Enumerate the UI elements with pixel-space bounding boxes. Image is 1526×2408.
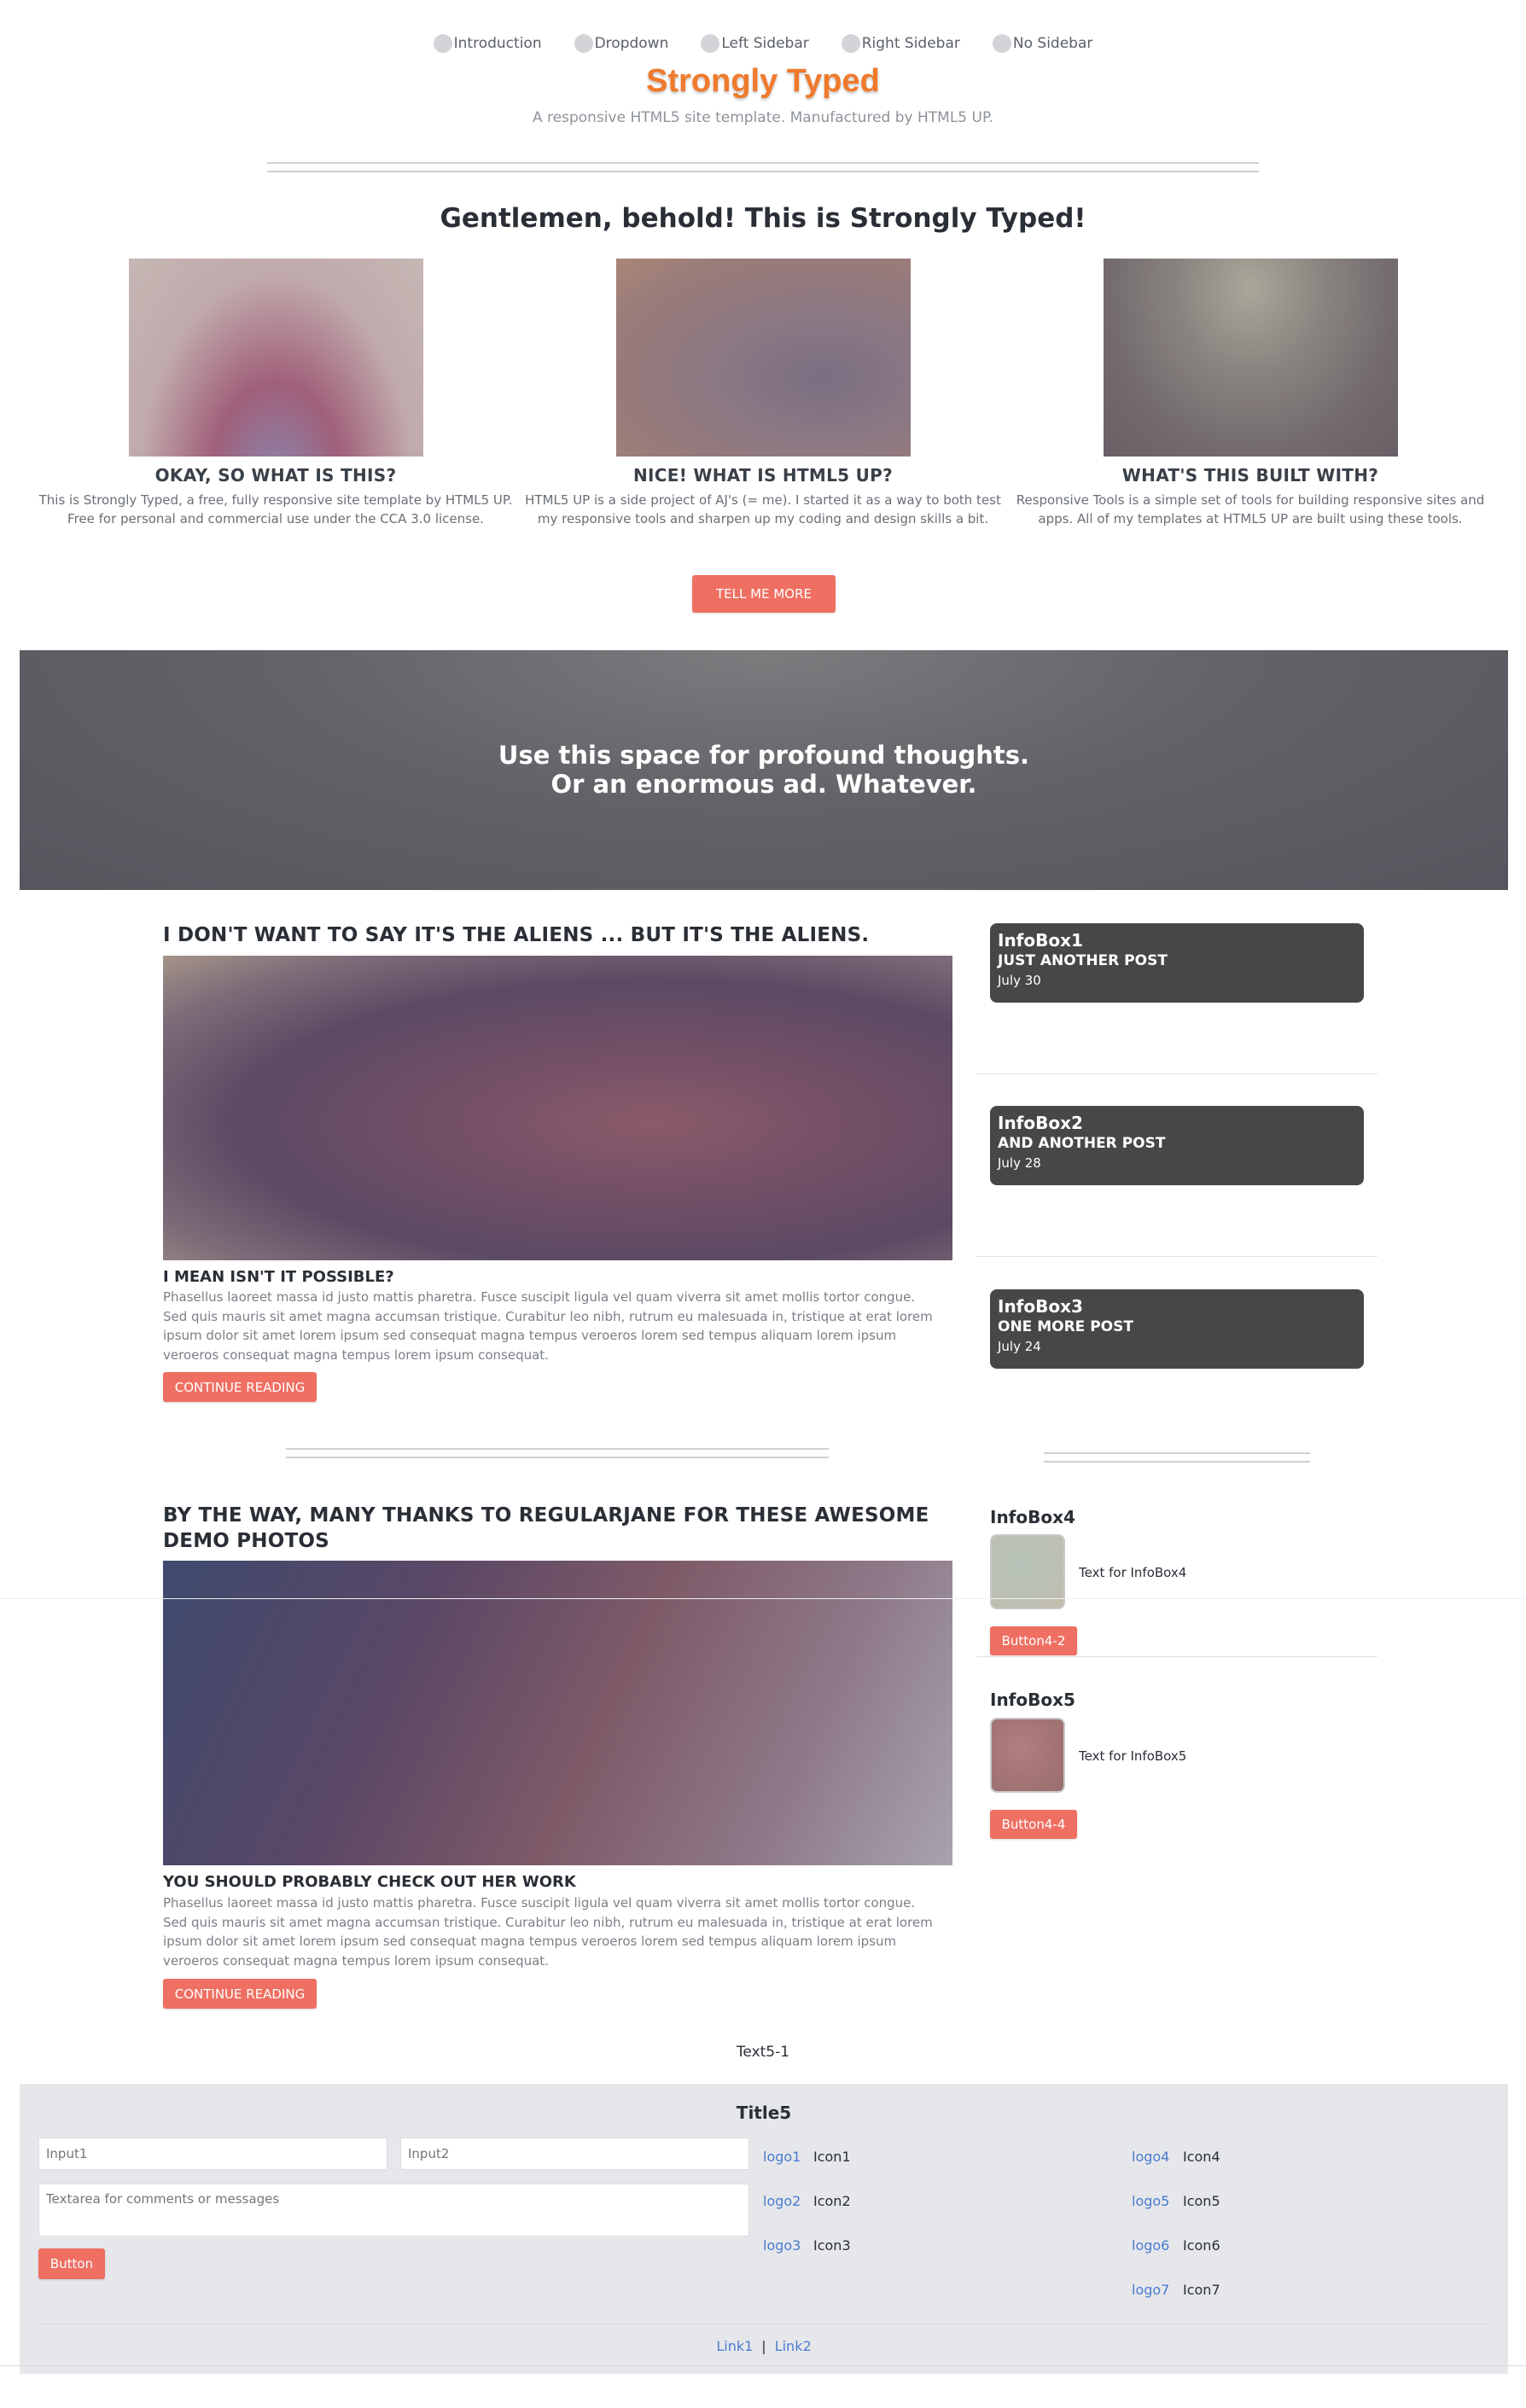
infobox-date: July 30	[998, 973, 1041, 988]
infobox-subtitle: ONE MORE POST	[998, 1318, 1133, 1335]
infobox-subtitle: AND ANOTHER POST	[998, 1135, 1166, 1152]
site-subtitle: A responsive HTML5 site template. Manufa…	[533, 109, 993, 126]
post-image[interactable]	[163, 1561, 952, 1865]
nav-dot-icon	[574, 34, 593, 53]
nav-label: Dropdown	[594, 35, 669, 52]
footer-title: Title5	[736, 2103, 792, 2123]
input1-field[interactable]	[38, 2138, 387, 2170]
hero-text: Use this space for profound thoughts. Or…	[20, 741, 1508, 799]
hero-line-2: Or an enormous ad. Whatever.	[550, 770, 977, 799]
footer-link-1[interactable]: Link1	[716, 2338, 753, 2354]
logo2-link[interactable]: logo2	[763, 2193, 801, 2209]
site-title[interactable]: Strongly Typed	[0, 63, 1526, 100]
infobox-2[interactable]: InfoBox2 AND ANOTHER POST July 28	[990, 1106, 1364, 1185]
tell-me-more-button[interactable]: TELL ME MORE	[692, 575, 836, 613]
bottom-line	[0, 2365, 1526, 2366]
infobox-title: InfoBox3	[998, 1296, 1083, 1317]
hero-banner: Use this space for profound thoughts. Or…	[20, 650, 1508, 890]
header-divider	[267, 162, 1259, 172]
icon7-label: Icon7	[1183, 2282, 1220, 2298]
nav-item-left-sidebar[interactable]: Left Sidebar	[701, 34, 809, 53]
footer-link-separator: |	[761, 2338, 766, 2354]
comments-textarea[interactable]	[38, 2184, 749, 2236]
post-title[interactable]: I DON'T WANT TO SAY IT'S THE ALIENS ... …	[163, 922, 957, 948]
feature-text: This is Strongly Typed, a free, fully re…	[38, 492, 513, 526]
hero-line-1: Use this space for profound thoughts.	[498, 741, 1030, 770]
icon6-label: Icon6	[1183, 2237, 1220, 2254]
icon3-label: Icon3	[813, 2237, 851, 2254]
post-subtitle: I MEAN ISN'T IT POSSIBLE?	[163, 1268, 394, 1286]
post-body: Phasellus laoreet massa id justo mattis …	[163, 1289, 933, 1363]
continue-reading-button[interactable]: CONTINUE READING	[163, 1979, 317, 2009]
infobox-4-button[interactable]: Button4-2	[990, 1626, 1077, 1655]
feature-heading: OKAY, SO WHAT IS THIS?	[154, 465, 397, 486]
logo6-link[interactable]: logo6	[1132, 2237, 1169, 2254]
nav-label: No Sidebar	[1012, 35, 1093, 52]
nav-item-no-sidebar[interactable]: No Sidebar	[992, 34, 1093, 53]
feature-image[interactable]	[1103, 259, 1398, 457]
nav-dot-icon	[433, 34, 452, 53]
logo4-link[interactable]: logo4	[1132, 2149, 1169, 2165]
nav-item-introduction[interactable]: Introduction	[433, 34, 542, 53]
logo3-link[interactable]: logo3	[763, 2237, 801, 2254]
infobox-5-title: InfoBox5	[990, 1690, 1075, 1710]
icon1-label: Icon1	[813, 2149, 851, 2165]
divider	[976, 1656, 1377, 1657]
feature-text: HTML5 UP is a side project of AJ's (= me…	[525, 492, 1001, 526]
logo1-link[interactable]: logo1	[763, 2149, 801, 2165]
icon5-label: Icon5	[1183, 2193, 1220, 2209]
infobox-4-text: Text for InfoBox4	[1079, 1565, 1187, 1580]
footer-link-2[interactable]: Link2	[775, 2338, 812, 2354]
infobox-subtitle: JUST ANOTHER POST	[998, 952, 1168, 969]
faint-divider	[0, 1598, 1526, 1599]
nav-item-dropdown[interactable]: Dropdown	[574, 34, 669, 53]
feature-image[interactable]	[615, 259, 911, 457]
nav-dot-icon	[992, 34, 1011, 53]
nav-item-right-sidebar[interactable]: Right Sidebar	[841, 34, 960, 53]
feature-heading: NICE! WHAT IS HTML5 UP?	[632, 465, 894, 486]
footer-links: Link1 | Link2	[20, 2338, 1508, 2354]
divider	[976, 1256, 1377, 1257]
nav-label: Introduction	[453, 35, 542, 52]
infobox-title: InfoBox2	[998, 1113, 1083, 1133]
nav-dot-icon	[701, 34, 720, 53]
feature-card: NICE! WHAT IS HTML5 UP? HTML5 UP is a si…	[524, 259, 1002, 528]
logo5-link[interactable]: logo5	[1132, 2193, 1169, 2209]
feature-card: WHAT'S THIS BUILT WITH? Responsive Tools…	[1011, 259, 1489, 528]
feature-image[interactable]	[128, 259, 423, 457]
infobox-5-thumbnail	[990, 1718, 1065, 1793]
post-body: Phasellus laoreet massa id justo mattis …	[163, 1895, 933, 1969]
nav-label: Right Sidebar	[861, 35, 960, 52]
divider	[976, 1073, 1377, 1074]
infobox-4-title: InfoBox4	[990, 1507, 1075, 1527]
section-divider	[286, 1448, 829, 1458]
infobox-title: InfoBox1	[998, 930, 1083, 951]
text5: Text5-1	[736, 2044, 790, 2061]
feature-text: Responsive Tools is a simple set of tool…	[1016, 492, 1485, 526]
post-image[interactable]	[163, 956, 952, 1260]
infobox-5-text: Text for InfoBox5	[1079, 1748, 1187, 1764]
icon4-label: Icon4	[1183, 2149, 1220, 2165]
feature-card: OKAY, SO WHAT IS THIS? This is Strongly …	[37, 259, 515, 528]
logo7-link[interactable]: logo7	[1132, 2282, 1169, 2298]
post-subtitle: YOU SHOULD PROBABLY CHECK OUT HER WORK	[163, 1873, 576, 1891]
infobox-5-button[interactable]: Button4-4	[990, 1810, 1077, 1839]
feature-heading: WHAT'S THIS BUILT WITH?	[1121, 465, 1379, 486]
nav-dot-icon	[841, 34, 860, 53]
infobox-date: July 28	[998, 1155, 1041, 1171]
nav-label: Left Sidebar	[721, 35, 809, 52]
infobox-1[interactable]: InfoBox1 JUST ANOTHER POST July 30	[990, 923, 1364, 1003]
infobox-3[interactable]: InfoBox3 ONE MORE POST July 24	[990, 1289, 1364, 1369]
input2-field[interactable]	[400, 2138, 749, 2170]
infobox-date: July 24	[998, 1339, 1041, 1354]
post-title[interactable]: BY THE WAY, MANY THANKS TO REGULARJANE F…	[163, 1503, 957, 1554]
footer-button[interactable]: Button	[38, 2248, 105, 2279]
icon2-label: Icon2	[813, 2193, 851, 2209]
top-nav: Introduction Dropdown Left Sidebar Right…	[0, 34, 1526, 53]
banner-title: Gentlemen, behold! This is Strongly Type…	[440, 203, 1086, 234]
footer: Title5 Button logo1 Icon1 logo2 Icon2 lo…	[20, 2084, 1508, 2374]
continue-reading-button[interactable]: CONTINUE READING	[163, 1372, 317, 1402]
section-divider	[1044, 1452, 1310, 1463]
